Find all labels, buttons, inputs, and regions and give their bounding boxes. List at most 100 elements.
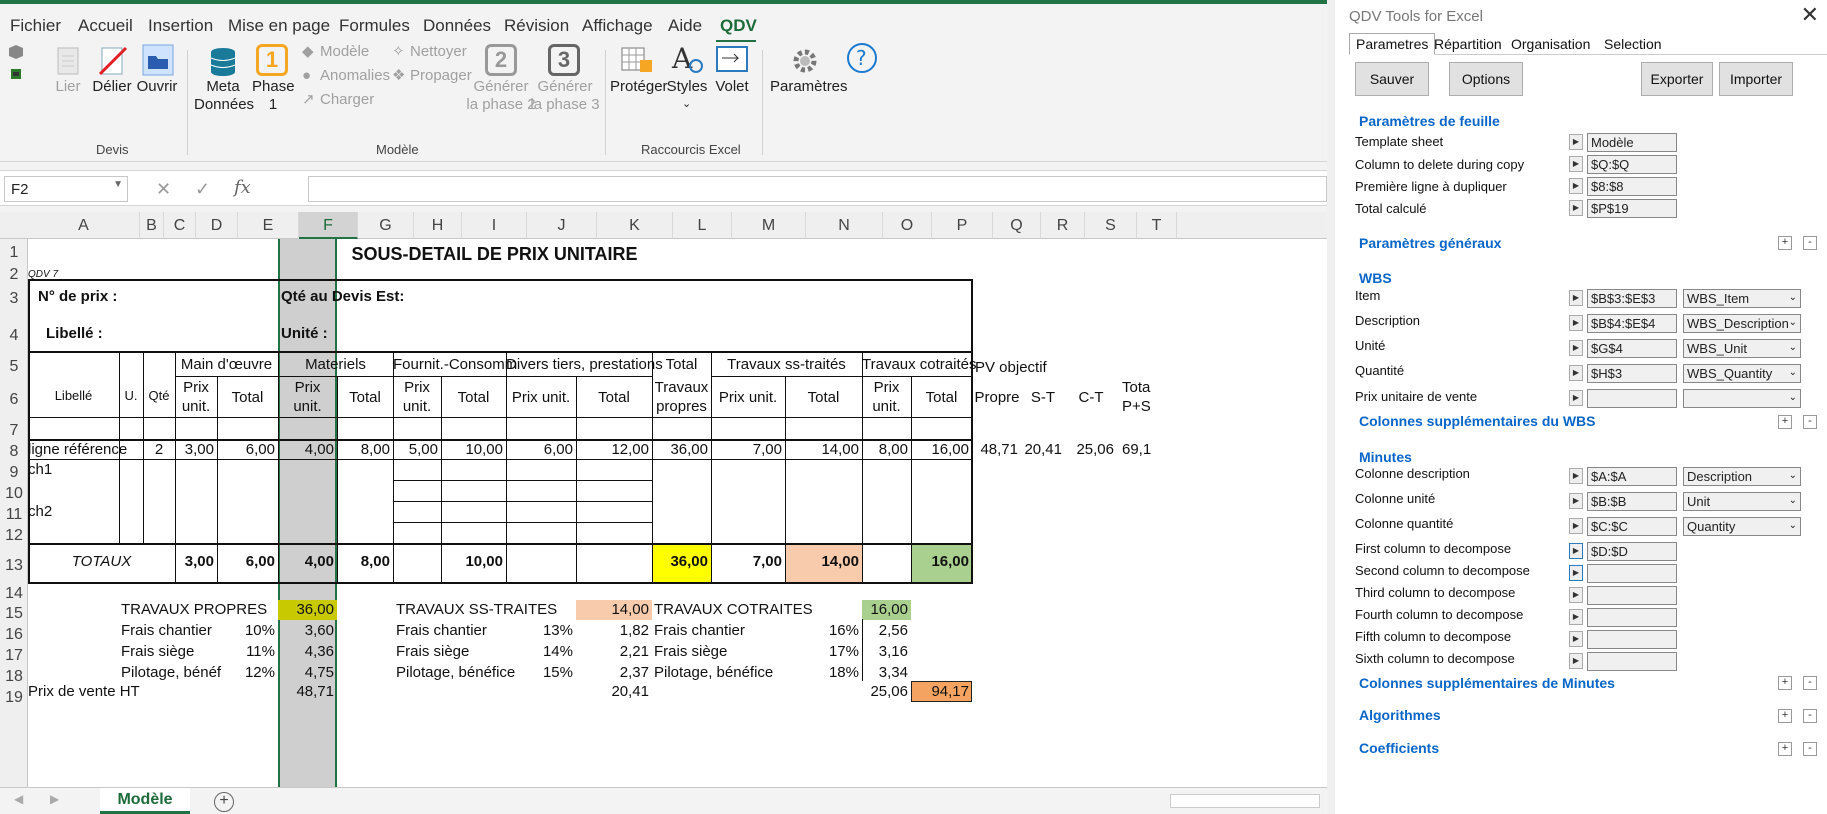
horizontal-scrollbar[interactable] — [1170, 794, 1320, 808]
column-header-k[interactable]: K — [597, 212, 673, 239]
column-header-g[interactable]: G — [358, 212, 414, 239]
arrow-icon[interactable]: ▶ — [1569, 134, 1583, 150]
expand-icon[interactable]: + — [1778, 236, 1792, 250]
column-header-h[interactable]: H — [414, 212, 462, 239]
close-icon[interactable]: ✕ — [1801, 2, 1819, 28]
min-description-select[interactable]: Description ⌄ — [1683, 467, 1801, 486]
wbs-unite-select[interactable]: WBS_Unit ⌄ — [1683, 339, 1801, 358]
column-header-p[interactable]: P — [932, 212, 993, 239]
cell-l16[interactable]: Frais chantier — [654, 622, 745, 640]
formula-input[interactable] — [308, 176, 1327, 202]
lier-button[interactable]: Lier — [52, 77, 84, 97]
anomalies-button[interactable]: Anomalies — [320, 66, 390, 86]
row-header-14[interactable]: 14 — [0, 585, 28, 603]
premiere-ligne-input[interactable]: $8:$8 — [1587, 177, 1677, 196]
collapse-icon[interactable]: - — [1803, 742, 1817, 756]
column-header-s[interactable]: S — [1085, 212, 1137, 239]
importer-button[interactable]: Importer — [1719, 62, 1793, 96]
cell-l17[interactable]: Frais siège — [654, 643, 727, 661]
parametres-button[interactable]: Paramètres — [770, 77, 848, 97]
cell-e16[interactable]: 10% — [217, 622, 275, 640]
column-header-l[interactable]: L — [673, 212, 732, 239]
cell-k16[interactable]: 1,82 — [576, 622, 649, 640]
cell-o8[interactable]: 8,00 — [862, 441, 908, 459]
cancel-icon[interactable]: ✕ — [156, 179, 171, 200]
arrow-icon[interactable]: ▶ — [1569, 156, 1583, 172]
cell-l15[interactable]: TRAVAUX COTRAITES — [654, 601, 813, 619]
name-box[interactable]: F2 ▼ — [4, 176, 128, 202]
cell-j18[interactable]: 15% — [506, 664, 573, 682]
row-header-4[interactable]: 4 — [0, 327, 28, 345]
cells-area[interactable]: SOUS-DETAIL DE PRIX UNITAIRE QDV 7 N° de… — [28, 239, 1327, 787]
modele-button[interactable]: Modèle — [320, 42, 369, 62]
second-column-input[interactable] — [1587, 564, 1677, 583]
cell-f13[interactable]: 4,00 — [278, 553, 334, 571]
expand-icon[interactable]: + — [1778, 415, 1792, 429]
arrow-icon[interactable]: ▶ — [1569, 653, 1583, 669]
column-header-q[interactable]: Q — [993, 212, 1041, 239]
cell-t8[interactable]: 69,1 — [1122, 441, 1151, 459]
cell-r8[interactable]: 20,41 — [1021, 441, 1062, 459]
min-quantite-select[interactable]: Quantity ⌄ — [1683, 517, 1801, 536]
row-header-19[interactable]: 19 — [0, 689, 28, 707]
cell-e8[interactable]: 6,00 — [217, 441, 275, 459]
arrow-icon[interactable]: ▶ — [1569, 518, 1583, 534]
ouvrir-button[interactable]: Ouvrir — [136, 77, 178, 97]
row-header-17[interactable]: 17 — [0, 647, 28, 665]
cell-a13[interactable]: TOTAUX — [28, 553, 175, 571]
scroll-left-icon[interactable]: ◀ — [14, 792, 23, 806]
cell-n13[interactable]: 14,00 — [785, 553, 859, 571]
cell-f16[interactable]: 3,60 — [278, 622, 334, 640]
charger-button[interactable]: Charger — [320, 90, 374, 110]
row-header-11[interactable]: 11 — [0, 506, 28, 524]
column-header-f[interactable]: F — [299, 212, 358, 239]
menu-accueil[interactable]: Accueil — [78, 16, 133, 36]
arrow-icon[interactable]: ▶ — [1569, 493, 1583, 509]
cell-a19[interactable]: Prix de vente HT — [28, 683, 140, 701]
collapse-icon[interactable]: - — [1803, 676, 1817, 690]
menu-formules[interactable]: Formules — [339, 16, 410, 36]
cell-j16[interactable]: 13% — [506, 622, 573, 640]
row-header-9[interactable]: 9 — [0, 464, 28, 482]
cell-b16[interactable]: Frais chantier — [121, 622, 212, 640]
cell-g8[interactable]: 8,00 — [337, 441, 390, 459]
cell-h16[interactable]: Frais chantier — [396, 622, 487, 640]
row-header-16[interactable]: 16 — [0, 626, 28, 644]
arrow-icon[interactable]: ▶ — [1569, 565, 1583, 581]
cell-h15[interactable]: TRAVAUX SS-TRAITES — [396, 601, 557, 619]
sixth-column-input[interactable] — [1587, 652, 1677, 671]
delier-button[interactable]: Délier — [92, 77, 132, 97]
min-unite-select[interactable]: Unit ⌄ — [1683, 492, 1801, 511]
tab-selection[interactable]: Selection — [1597, 33, 1669, 55]
cell-i13[interactable]: 10,00 — [441, 553, 503, 571]
menu-qdv[interactable]: QDV — [720, 16, 757, 36]
cell-n18[interactable]: 18% — [785, 664, 859, 682]
wbs-quantite-select[interactable]: WBS_Quantity ⌄ — [1683, 364, 1801, 383]
column-header-i[interactable]: I — [462, 212, 527, 239]
cell-e18[interactable]: 12% — [217, 664, 275, 682]
expand-icon[interactable]: + — [1778, 676, 1792, 690]
meta-button[interactable]: Meta — [198, 77, 248, 97]
expand-icon[interactable]: + — [1778, 709, 1792, 723]
cell-o15[interactable]: 16,00 — [862, 601, 908, 619]
cube-icon[interactable] — [8, 44, 24, 60]
options-button[interactable]: Options — [1449, 62, 1523, 96]
wbs-item-select[interactable]: WBS_Item ⌄ — [1683, 289, 1801, 308]
column-header-j[interactable]: J — [527, 212, 597, 239]
cell-g13[interactable]: 8,00 — [337, 553, 390, 571]
cell-n16[interactable]: 16% — [785, 622, 859, 640]
cell-e17[interactable]: 11% — [217, 643, 275, 661]
cell-h18[interactable]: Pilotage, bénéfice — [396, 664, 515, 682]
min-description-input[interactable]: $A:$A — [1587, 467, 1677, 486]
column-header-m[interactable]: M — [732, 212, 806, 239]
cell-l8[interactable]: 36,00 — [652, 441, 708, 459]
cell-l13[interactable]: 36,00 — [652, 553, 708, 571]
template-sheet-input[interactable]: Modèle — [1587, 133, 1677, 152]
cell-k15[interactable]: 14,00 — [576, 601, 649, 619]
fx-icon[interactable]: fx — [234, 177, 251, 198]
arrow-icon[interactable]: ▶ — [1569, 365, 1583, 381]
arrow-icon[interactable]: ▶ — [1569, 631, 1583, 647]
cell-m13[interactable]: 7,00 — [711, 553, 782, 571]
menu-affichage[interactable]: Affichage — [582, 16, 653, 36]
row-header-3[interactable]: 3 — [0, 290, 28, 308]
